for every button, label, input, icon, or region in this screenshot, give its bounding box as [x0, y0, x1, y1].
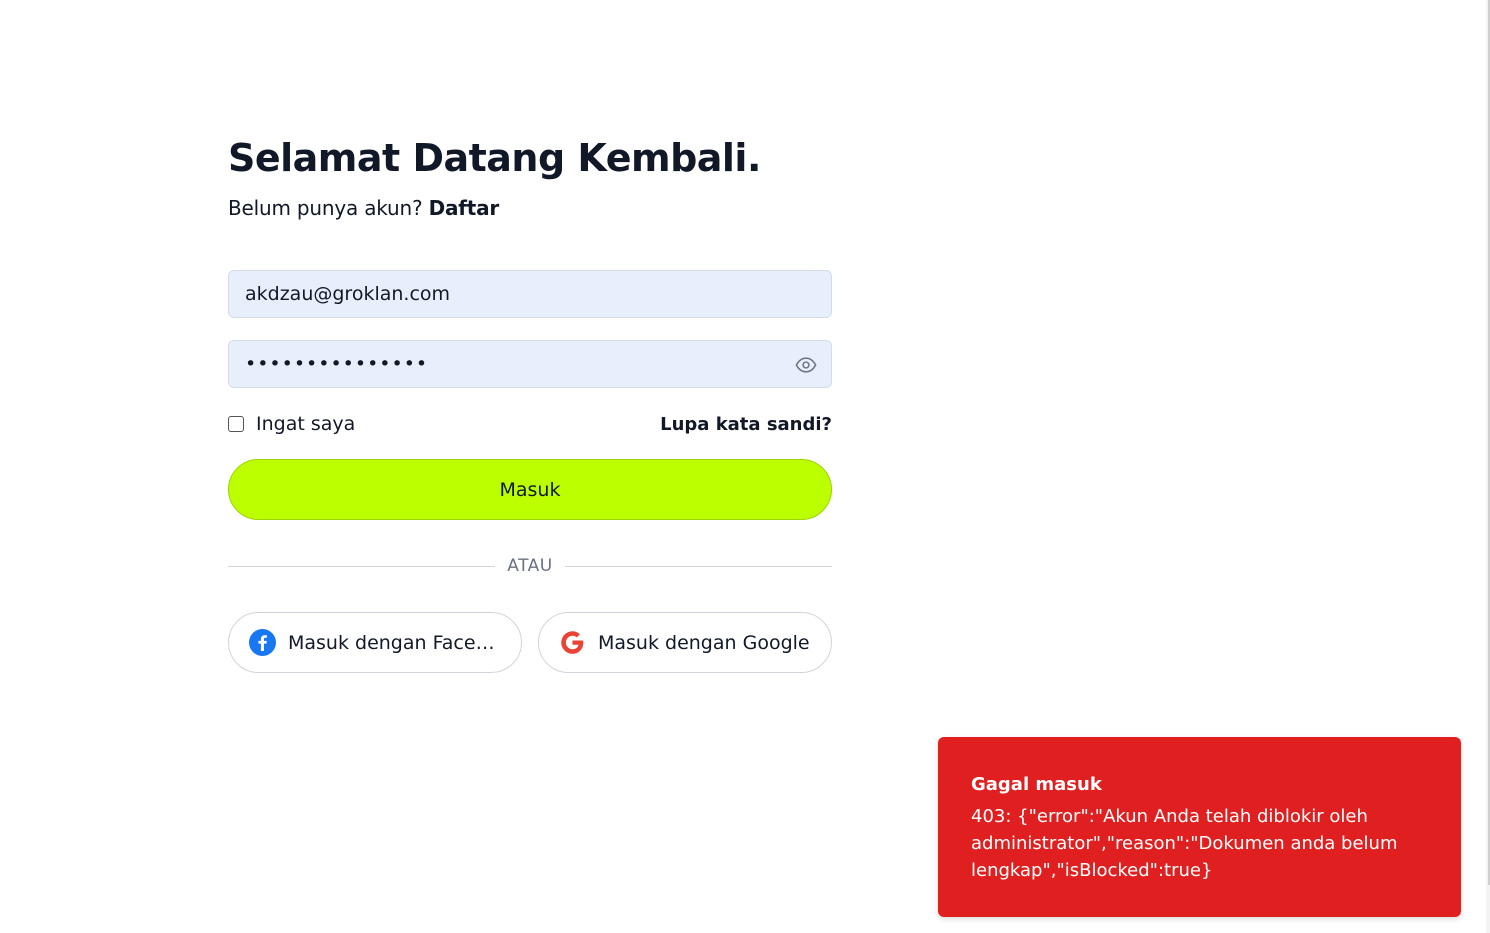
google-login-label: Masuk dengan Google	[598, 631, 810, 654]
google-icon	[561, 631, 584, 654]
toast-title: Gagal masuk	[971, 774, 1102, 795]
toast-message: 403: {"error":"Akun Anda telah diblokir …	[971, 806, 1398, 881]
divider-label: ATAU	[507, 556, 553, 576]
page-title: Selamat Datang Kembali.	[228, 136, 761, 180]
email-field[interactable]: akdzau@groklan.com	[228, 270, 832, 318]
signup-prompt: Belum punya akun? Daftar	[228, 194, 832, 222]
password-field[interactable]: •••••••••••••••	[228, 340, 832, 388]
eye-icon[interactable]	[795, 354, 817, 376]
divider-line-left	[228, 565, 496, 567]
remember-checkbox[interactable]	[228, 416, 244, 432]
facebook-login-label: Masuk dengan Facebook	[288, 631, 501, 654]
signup-link[interactable]: Daftar	[429, 196, 500, 220]
or-divider: ATAU	[228, 555, 833, 577]
google-login-button[interactable]: Masuk dengan Google	[538, 612, 832, 673]
email-value: akdzau@groklan.com	[245, 283, 451, 305]
divider-line-right	[564, 565, 833, 567]
remember-me[interactable]: Ingat saya	[228, 413, 355, 435]
login-page: Selamat Datang Kembali. Belum punya akun…	[0, 0, 1490, 933]
scrollbar[interactable]	[1486, 0, 1490, 933]
login-options: Ingat saya Lupa kata sandi?	[228, 411, 832, 437]
remember-label: Ingat saya	[256, 413, 356, 435]
signup-prompt-text: Belum punya akun?	[228, 196, 423, 220]
login-form: Selamat Datang Kembali. Belum punya akun…	[228, 130, 833, 673]
forgot-password-link[interactable]: Lupa kata sandi?	[660, 414, 832, 435]
password-value: •••••••••••••••	[245, 353, 429, 375]
error-toast[interactable]: Gagal masuk 403: {"error":"Akun Anda tel…	[938, 737, 1461, 917]
facebook-icon	[249, 629, 276, 656]
login-button[interactable]: Masuk	[228, 459, 832, 520]
facebook-login-button[interactable]: Masuk dengan Facebook	[228, 612, 522, 673]
